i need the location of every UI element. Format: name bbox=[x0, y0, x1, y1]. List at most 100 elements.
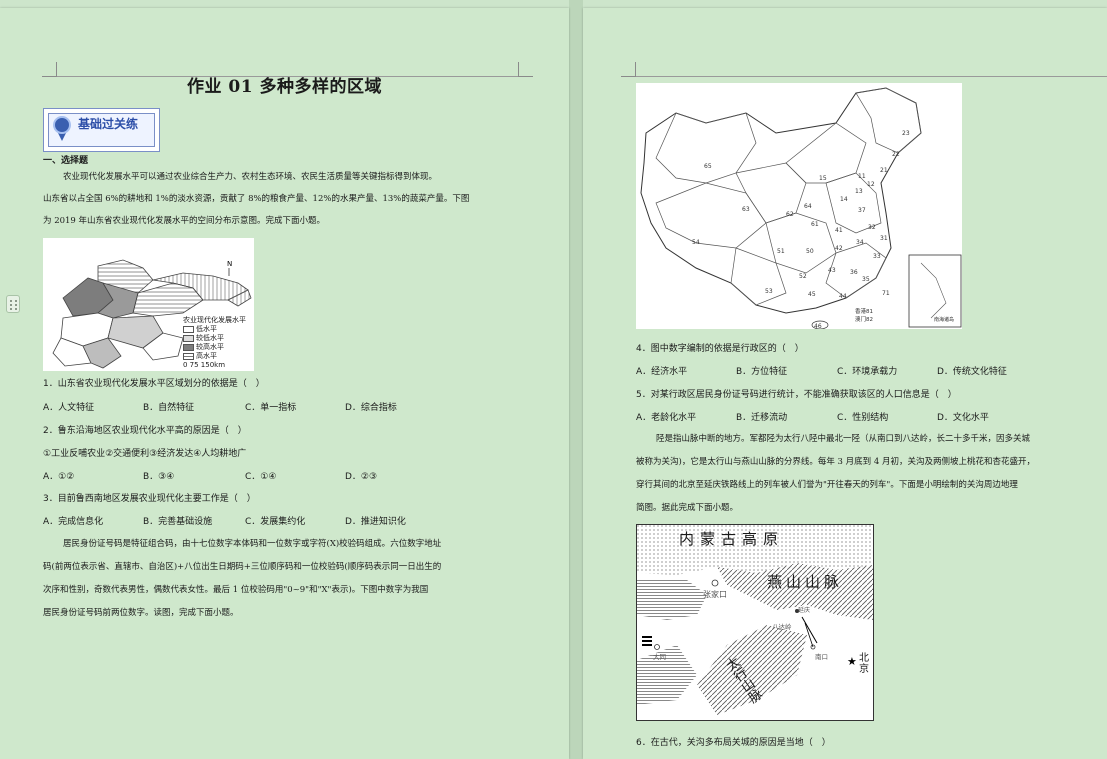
legend-item-higher: 较高水平 bbox=[183, 343, 246, 352]
q5-option-d: D．文化水平 bbox=[937, 413, 989, 423]
map-num-31: 31 bbox=[880, 235, 888, 242]
map-num-43: 43 bbox=[828, 267, 836, 274]
china-admin-map: 23 22 21 65 15 14 13 12 11 63 62 64 61 4… bbox=[636, 83, 962, 330]
question-5-stem: 5．对某行政区居民身份证号码进行统计，不能准确获取该区的人口信息是（ ） bbox=[636, 390, 957, 400]
map-num-65: 65 bbox=[704, 163, 712, 170]
legend-item-lower: 较低水平 bbox=[183, 334, 246, 343]
inset-label: 南海诸岛 bbox=[934, 317, 955, 323]
medal-icon bbox=[53, 116, 71, 134]
map-num-35: 35 bbox=[862, 276, 870, 283]
question-2-stem: 2．鲁东沿海地区农业现代化水平高的原因是（ ） bbox=[43, 426, 247, 436]
hong-kong-label: 香港81 bbox=[855, 309, 873, 315]
map-num-33: 33 bbox=[873, 253, 881, 260]
map-num-12: 12 bbox=[867, 181, 875, 188]
pass-paragraph-line-3: 穿行其间的北京至延庆铁路线上的列车被人们誉为"开往春天的列车"。下面是小明绘制的… bbox=[636, 480, 1018, 490]
badge-label: 基础过关练 bbox=[78, 117, 139, 131]
intro-line-3: 为 2019 年山东省农业现代化发展水平的空间分布示意图。完成下面小题。 bbox=[43, 216, 326, 226]
q4-option-a: A．经济水平 bbox=[636, 367, 688, 377]
map-num-42: 42 bbox=[835, 245, 843, 252]
map-num-37: 37 bbox=[858, 207, 866, 214]
crop-mark-top-left-right bbox=[621, 62, 636, 77]
map-legend: 农业现代化发展水平 低水平 较低水平 较高水平 高水平 0 75 150km bbox=[183, 316, 246, 370]
question-1-stem: 1．山东省农业现代化发展水平区域划分的依据是（ ） bbox=[43, 379, 265, 389]
pass-paragraph-line-4: 简图。据此完成下面小题。 bbox=[636, 503, 739, 513]
beijing-label: 北京 bbox=[859, 653, 869, 675]
map-num-34: 34 bbox=[856, 239, 864, 246]
q3-option-c: C．发展集约化 bbox=[245, 517, 306, 527]
map-num-14: 14 bbox=[840, 196, 848, 203]
q4-option-c: C．环境承载力 bbox=[837, 367, 898, 377]
q5-option-b: B．迁移流动 bbox=[736, 413, 788, 423]
page-title: 作业 01 多种多样的区域 bbox=[187, 77, 382, 97]
legend-swatch-higher bbox=[183, 343, 194, 351]
question-3-stem: 3．目前鲁西南地区发展农业现代化主要工作是（ ） bbox=[43, 494, 256, 504]
intro-line-2: 山东省以占全国 6%的耕地和 1%的淡水资源，贡献了 8%的粮食产量、12%的水… bbox=[43, 194, 470, 204]
q5-option-a: A．老龄化水平 bbox=[636, 413, 697, 423]
q5-option-c: C．性别结构 bbox=[837, 413, 889, 423]
zhangjiakou-label: 张家口 bbox=[703, 590, 727, 599]
map-num-53: 53 bbox=[765, 288, 773, 295]
q1-option-b: B．自然特征 bbox=[143, 403, 195, 413]
datong-label: 大同 bbox=[653, 653, 666, 661]
map-num-61: 61 bbox=[811, 221, 819, 228]
pass-paragraph-line-2: 被称为关沟)，它是太行山与燕山山脉的分界线。每年 3 月底到 4 月初，关沟及两… bbox=[636, 457, 1035, 467]
yanshan-label: 燕山山脉 bbox=[767, 573, 844, 591]
q4-option-d: D．传统文化特征 bbox=[937, 367, 1007, 377]
section-badge: 基础过关练 bbox=[43, 108, 160, 152]
map-num-23: 23 bbox=[902, 130, 910, 137]
map-num-54: 54 bbox=[692, 239, 700, 246]
map-num-46: 46 bbox=[814, 323, 822, 330]
question-2-statements: ①工业反哺农业②交通便利③经济发达④人均耕地广 bbox=[43, 449, 247, 459]
legend-swatch-lower bbox=[183, 334, 194, 342]
page-gutter bbox=[569, 0, 583, 759]
legend-item-low: 低水平 bbox=[183, 325, 246, 334]
q1-option-a: A．人文特征 bbox=[43, 403, 95, 413]
q3-option-d: D．推进知识化 bbox=[345, 517, 406, 527]
scale-bar: 0 75 150km bbox=[183, 361, 226, 369]
map-num-64: 64 bbox=[804, 203, 812, 210]
q3-option-b: B．完善基础设施 bbox=[143, 517, 213, 527]
document-page-left: 作业 01 多种多样的区域 基础过关练 一、选择题 农业现代化发展水平可以通过农… bbox=[0, 8, 569, 759]
id-paragraph-line-4: 居民身份证号码前两位数字。读图，完成下面小题。 bbox=[43, 608, 239, 618]
q2-option-b: B．③④ bbox=[143, 472, 175, 482]
map-num-22: 22 bbox=[892, 151, 900, 158]
map-num-50: 50 bbox=[806, 248, 814, 255]
guangou-map: ★ 内蒙古高原 燕山山脉 太行山脉 张家口 延庆 八达岭 南口 大同 北京 bbox=[636, 524, 874, 721]
drag-handle-icon[interactable] bbox=[6, 295, 20, 313]
map-num-52: 52 bbox=[799, 273, 807, 280]
id-paragraph-line-1: 居民身份证号码是特征组合码，由十七位数字本体码和一位数字或字符(X)校验码组成。… bbox=[63, 539, 442, 549]
beijing-star-icon: ★ bbox=[847, 655, 857, 668]
map-num-41: 41 bbox=[835, 227, 843, 234]
section-heading: 一、选择题 bbox=[43, 156, 89, 166]
map-num-32: 32 bbox=[868, 224, 876, 231]
map-num-45: 45 bbox=[808, 291, 816, 298]
question-4-stem: 4．图中数字编制的依据是行政区的（ ） bbox=[636, 344, 804, 354]
macau-label: 澳门82 bbox=[855, 317, 873, 323]
q3-option-a: A．完成信息化 bbox=[43, 517, 104, 527]
map-num-36: 36 bbox=[850, 269, 858, 276]
legend-swatch-low bbox=[183, 325, 194, 333]
question-6-stem: 6．在古代，关沟多布局关城的原因是当地（ ） bbox=[636, 738, 831, 748]
pass-paragraph-line-1: 陉是指山脉中断的地方。军都陉为太行八陉中最北一陉（从南口到八达岭，长二十多千米，… bbox=[656, 434, 1031, 444]
q2-option-c: C．①④ bbox=[245, 472, 277, 482]
legend-title: 农业现代化发展水平 bbox=[183, 316, 246, 324]
q4-option-b: B．方位特征 bbox=[736, 367, 788, 377]
north-label: N bbox=[227, 260, 232, 268]
map-num-13: 13 bbox=[855, 188, 863, 195]
q2-option-a: A．①② bbox=[43, 472, 75, 482]
q1-option-c: C．单一指标 bbox=[245, 403, 297, 413]
id-paragraph-line-2: 码(前两位表示省、直辖市、自治区)+八位出生日期码+三位顺序码和一位校验码(顺序… bbox=[43, 562, 442, 572]
header-rule-right bbox=[635, 76, 1107, 77]
china-map-graphic bbox=[640, 87, 962, 330]
yanqing-label: 延庆 bbox=[798, 607, 811, 614]
q1-option-d: D．综合指标 bbox=[345, 403, 397, 413]
map-num-51: 51 bbox=[777, 248, 785, 255]
intro-line-1: 农业现代化发展水平可以通过农业综合生产力、农村生态环境、农民生活质量等关键指标得… bbox=[63, 172, 438, 182]
q2-option-d: D．②③ bbox=[345, 472, 378, 482]
id-paragraph-line-3: 次序和性别，奇数代表男性，偶数代表女性。最后 1 位校验码用"0~9"和"X"表… bbox=[43, 585, 429, 595]
shandong-map: N 农业现代化发展水平 低水平 较低水平 较高水平 高水平 0 75 150km bbox=[43, 238, 254, 371]
map-num-11: 11 bbox=[858, 173, 866, 180]
map-num-44: 44 bbox=[839, 293, 847, 300]
map-num-63: 63 bbox=[742, 206, 750, 213]
nankou-label: 南口 bbox=[815, 653, 828, 661]
